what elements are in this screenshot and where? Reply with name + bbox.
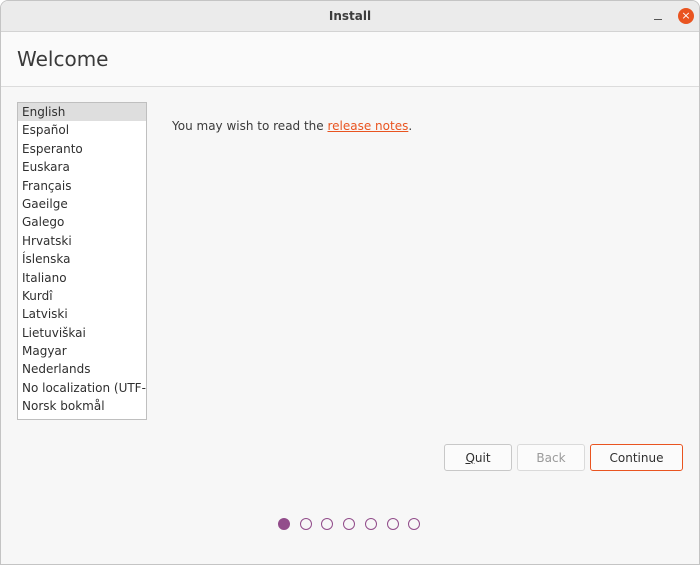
- language-item[interactable]: Kurdî: [18, 287, 146, 305]
- language-item[interactable]: Español: [18, 121, 146, 139]
- step-dot: [299, 518, 312, 530]
- language-item[interactable]: Íslenska: [18, 250, 146, 268]
- step-dot: [343, 518, 356, 530]
- language-item[interactable]: Esperanto: [18, 140, 146, 158]
- language-item[interactable]: Magyar: [18, 342, 146, 360]
- page-header: Welcome: [1, 32, 699, 87]
- title-bar: Install ×: [1, 1, 699, 32]
- close-button[interactable]: ×: [678, 8, 694, 24]
- release-notes-link[interactable]: release notes: [327, 119, 408, 133]
- language-item[interactable]: No localization (UTF-8): [18, 379, 146, 397]
- page-title: Welcome: [17, 47, 109, 71]
- minimize-button[interactable]: [649, 7, 667, 25]
- step-dot: [364, 518, 377, 530]
- language-item[interactable]: Français: [18, 177, 146, 195]
- language-item[interactable]: Latviski: [18, 305, 146, 323]
- language-list[interactable]: English Español Esperanto Euskara Français Ga…: [17, 102, 147, 420]
- language-item[interactable]: Hrvatski: [18, 232, 146, 250]
- step-dot: [321, 518, 334, 530]
- close-icon: ×: [681, 9, 691, 22]
- quit-button[interactable]: Quit: [444, 444, 512, 471]
- release-notes-suffix: .: [408, 119, 413, 133]
- language-item[interactable]: English: [18, 103, 146, 122]
- language-item[interactable]: Nederlands: [18, 360, 146, 378]
- installer-window: Install × Welcome English Español Esperant…: [0, 0, 700, 565]
- language-item[interactable]: Gaeilge: [18, 195, 146, 213]
- language-item[interactable]: Galego: [18, 213, 146, 231]
- language-item[interactable]: Lietuviškai: [18, 324, 146, 342]
- minimize-icon: [654, 19, 662, 20]
- language-item[interactable]: Norsk bokmål: [18, 397, 146, 415]
- back-button-label: Back: [536, 451, 566, 465]
- language-item[interactable]: Italiano: [18, 269, 146, 287]
- step-dot: [278, 518, 290, 530]
- release-notes-text: You may wish to read the release notes.: [172, 119, 412, 133]
- step-dot: [386, 518, 399, 530]
- continue-button-label: Continue: [609, 451, 664, 465]
- back-button[interactable]: Back: [517, 444, 585, 471]
- continue-button[interactable]: Continue: [590, 444, 683, 471]
- step-dot: [408, 518, 421, 530]
- quit-button-label: Quit: [465, 451, 491, 465]
- release-notes-prefix: You may wish to read the: [172, 119, 328, 133]
- language-item[interactable]: Euskara: [18, 158, 146, 176]
- window-title: Install: [328, 9, 372, 23]
